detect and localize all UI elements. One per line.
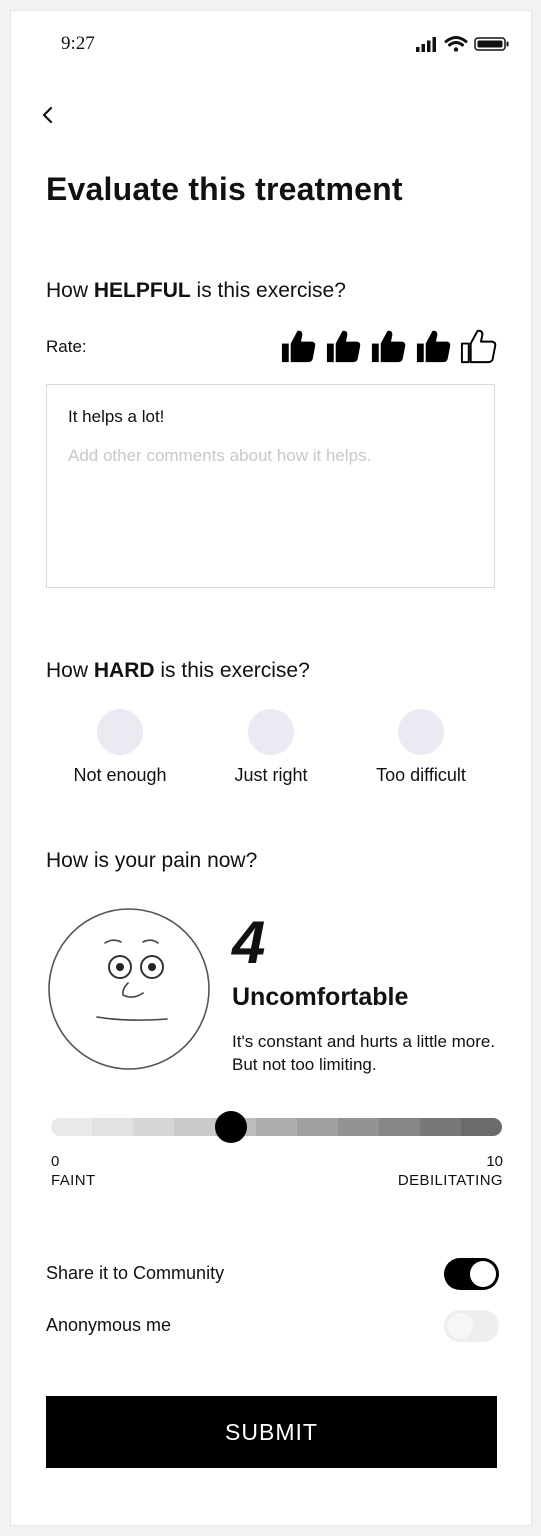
battery-icon — [474, 37, 509, 51]
hard-question-prefix: How — [46, 659, 89, 682]
thumbs-up-filled-icon[interactable] — [414, 327, 453, 366]
pain-scale-segment — [461, 1118, 502, 1136]
pain-scale-segment — [51, 1118, 92, 1136]
helpful-question-prefix: How — [46, 279, 89, 302]
anonymous-toggle[interactable] — [444, 1310, 499, 1342]
pain-slider-thumb[interactable] — [215, 1111, 248, 1143]
pain-question: How is your pain now? — [46, 849, 258, 872]
uncomfortable-face-icon — [48, 908, 210, 1070]
rate-label: Rate: — [46, 337, 87, 356]
scale-min-value: 0 — [51, 1153, 60, 1170]
toggle-knob — [470, 1261, 496, 1287]
helpful-question: How HELPFUL is this exercise? — [46, 279, 346, 303]
thumbs-rating — [279, 327, 498, 367]
thumbs-up-filled-icon[interactable] — [279, 327, 318, 366]
radio-circle[interactable] — [398, 709, 444, 755]
hard-question: How HARD is this exercise? — [46, 659, 310, 683]
pain-scale-segment — [297, 1118, 338, 1136]
pain-slider-track[interactable] — [51, 1118, 502, 1136]
hard-question-emphasis: HARD — [93, 659, 155, 682]
hard-option-label: Too difficult — [376, 765, 466, 785]
comment-box[interactable]: It helps a lot! Add other comments about… — [46, 384, 495, 588]
scale-max-label: DEBILITATING — [397, 1172, 503, 1189]
radio-circle[interactable] — [97, 709, 143, 755]
pain-description: It's constant and hurts a little more. B… — [232, 1032, 496, 1074]
pain-scale-segment — [379, 1118, 420, 1136]
hard-option-not-enough[interactable]: Not enough — [50, 709, 190, 786]
wifi-icon — [444, 36, 468, 52]
status-icons — [416, 36, 509, 52]
thumbs-up-filled-icon[interactable] — [324, 327, 363, 366]
pain-scale-segment — [420, 1118, 461, 1136]
share-community-label: Share it to Community — [46, 1263, 225, 1283]
hard-option-too-difficult[interactable]: Too difficult — [351, 709, 491, 786]
radio-circle[interactable] — [248, 709, 294, 755]
pain-scale-segment — [92, 1118, 133, 1136]
toggle-knob — [447, 1313, 473, 1339]
hard-option-label: Not enough — [73, 765, 167, 785]
phone-screen: 9:27 Evaluate this treatment How HELPFUL… — [10, 10, 532, 1526]
share-community-toggle[interactable] — [444, 1258, 499, 1290]
anonymous-label: Anonymous me — [46, 1315, 172, 1335]
helpful-question-emphasis: HELPFUL — [93, 279, 191, 302]
scale-min-label: FAINT — [51, 1172, 96, 1189]
pain-scale-segment — [256, 1118, 297, 1136]
hard-option-just-right[interactable]: Just right — [201, 709, 341, 786]
hard-option-label: Just right — [234, 765, 308, 785]
comment-value[interactable]: It helps a lot! — [68, 407, 164, 427]
signal-icon — [416, 37, 436, 52]
page-title: Evaluate this treatment — [46, 171, 403, 207]
thumbs-up-outline-icon[interactable] — [459, 327, 498, 366]
comment-placeholder: Add other comments about how it helps. — [68, 446, 372, 465]
pain-scale-segment — [174, 1118, 215, 1136]
hard-question-suffix: is this exercise? — [160, 659, 310, 682]
pain-value: 4 — [232, 909, 266, 976]
back-chevron-icon[interactable] — [37, 103, 61, 127]
submit-button[interactable]: SUBMIT — [46, 1396, 497, 1468]
pain-scale-segment — [133, 1118, 174, 1136]
pain-scale-segment — [338, 1118, 379, 1136]
scale-max-value: 10 — [486, 1153, 503, 1170]
helpful-question-suffix: is this exercise? — [196, 279, 346, 302]
status-time: 9:27 — [61, 33, 95, 54]
pain-label: Uncomfortable — [232, 983, 409, 1011]
thumbs-up-filled-icon[interactable] — [369, 327, 408, 366]
